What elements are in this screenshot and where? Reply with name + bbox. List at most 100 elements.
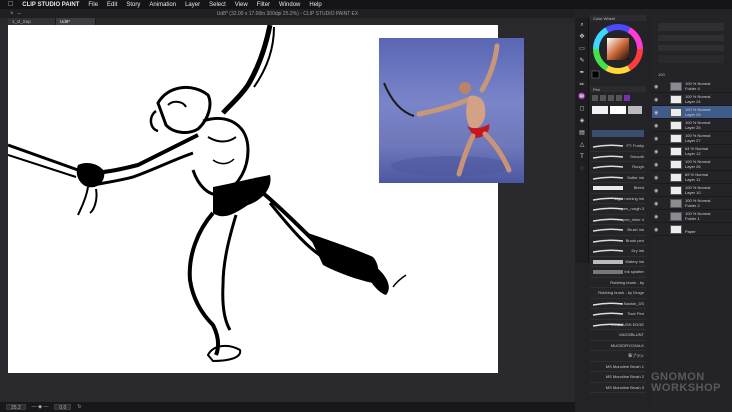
menu-edit[interactable]: Edit bbox=[107, 2, 117, 8]
zoom-tool-icon[interactable]: ⌕ bbox=[578, 22, 586, 28]
reference-photo[interactable] bbox=[379, 38, 524, 183]
statusbar: 25.2 — ◆ — 0.0 ↻ bbox=[0, 402, 575, 412]
eye-icon[interactable]: ◉ bbox=[654, 227, 658, 233]
tool-palette: ⌕ ✥ ▭ ✎ ✒ ✏ ♒ ◻ ◈ ▤ △ T ◌ bbox=[575, 18, 589, 263]
eye-icon[interactable]: ◉ bbox=[654, 175, 658, 181]
menu-select[interactable]: Select bbox=[209, 2, 226, 8]
layer-row-selected[interactable]: ◉ 100 % Normal Layer 29 bbox=[652, 106, 732, 119]
brush-item[interactable]: MS Monoline Brush 2 bbox=[590, 372, 646, 383]
subtool-icons[interactable] bbox=[590, 92, 646, 140]
zoom-slider-icon[interactable]: — ◆ — bbox=[32, 404, 49, 410]
brush-list: FT: Funky Smooth Rough Softer ink Bleed … bbox=[590, 141, 646, 396]
brush-tool-icon[interactable]: ♒ bbox=[578, 94, 586, 100]
app-menu[interactable]: CLIP STUDIO PAINT bbox=[22, 2, 79, 8]
layer-thumbnail bbox=[670, 95, 682, 104]
layer-row[interactable]: ◉ 100 % Normal Layer 10 bbox=[652, 184, 732, 197]
layer-row[interactable]: ◉ 100 % Normal Layer 25 bbox=[652, 119, 732, 132]
window-titlebar: × – Ud8* (32.00 x 17.00in 300dpi 25.2%) … bbox=[0, 9, 575, 18]
layer-row[interactable]: ◉ 100 % Normal Layer 24 bbox=[652, 93, 732, 106]
angle-field[interactable]: 0.0 bbox=[54, 404, 72, 411]
tab-document-2[interactable]: Ud8* bbox=[56, 18, 96, 25]
brush-item[interactable]: Rough bbox=[590, 162, 646, 173]
layer-row[interactable]: ◉ Paper bbox=[652, 223, 732, 236]
subtool-panel: Pen bbox=[590, 86, 646, 141]
menu-file[interactable]: File bbox=[88, 2, 98, 8]
eye-icon[interactable]: ◉ bbox=[654, 214, 658, 220]
brush-item[interactable]: Smooth bbox=[590, 152, 646, 162]
menu-layer[interactable]: Layer bbox=[185, 2, 200, 8]
brush-item[interactable]: pen_inker 4 bbox=[590, 215, 646, 225]
layer-row[interactable]: ◉ 100 % Normal Folder 1 bbox=[652, 210, 732, 223]
brush-item[interactable]: Nankin_DS bbox=[590, 299, 646, 309]
menu-window[interactable]: Window bbox=[279, 2, 300, 8]
brush-item[interactable]: FT: Funky bbox=[590, 141, 646, 152]
eye-icon[interactable]: ◉ bbox=[654, 136, 658, 142]
menu-story[interactable]: Story bbox=[126, 2, 140, 8]
move-tool-icon[interactable]: ✥ bbox=[578, 34, 586, 40]
gradient-tool-icon[interactable]: ▤ bbox=[578, 130, 586, 136]
brush-item[interactable]: MS Monoline Brush 3 bbox=[590, 383, 646, 393]
eye-icon[interactable]: ◉ bbox=[654, 188, 658, 194]
fill-tool-icon[interactable]: ◈ bbox=[578, 118, 586, 124]
layer-row[interactable]: ◉ 100 % Normal Folder 2 bbox=[652, 197, 732, 210]
balloon-tool-icon[interactable]: ◌ bbox=[578, 166, 586, 172]
brush-item[interactable]: MUO2BLUNT bbox=[590, 330, 646, 341]
layer-row[interactable]: ◉ 100 % Normal Folder 4 bbox=[652, 80, 732, 93]
pencil-tool-icon[interactable]: ✏ bbox=[578, 82, 586, 88]
figure-tool-icon[interactable]: △ bbox=[578, 142, 586, 148]
brush-item[interactable]: pen_rough 3 bbox=[590, 204, 646, 215]
apple-icon[interactable]:  bbox=[8, 1, 13, 8]
brush-item[interactable]: Dry ink bbox=[590, 246, 646, 257]
eraser-tool-icon[interactable]: ◻ bbox=[578, 106, 586, 112]
layer-thumbnail bbox=[670, 147, 682, 156]
layer-row[interactable]: ◉ 100 % Normal Layer 26 bbox=[652, 158, 732, 171]
pen-tool-icon[interactable]: ✒ bbox=[578, 70, 586, 76]
brush-item[interactable]: MUO2DRYCHALK bbox=[590, 341, 646, 351]
eye-icon[interactable]: ◉ bbox=[654, 110, 658, 116]
menu-filter[interactable]: Filter bbox=[257, 2, 270, 8]
brush-item[interactable]: Watery ink bbox=[590, 257, 646, 267]
brush-item[interactable]: INKBRUSH EDGE bbox=[590, 320, 646, 330]
folder-icon bbox=[670, 199, 682, 208]
brush-item[interactable]: Light running ink bbox=[590, 194, 646, 204]
tab-document-1[interactable]: 1_cl_Sup bbox=[8, 18, 56, 25]
menu-view[interactable]: View bbox=[235, 2, 248, 8]
brush-item[interactable]: Bleed bbox=[590, 183, 646, 194]
layer-opacity-field[interactable]: 100 bbox=[652, 70, 732, 80]
brush-item[interactable]: Rubbing brush - by bbox=[590, 278, 646, 288]
canvas-area[interactable] bbox=[0, 25, 575, 402]
brush-item[interactable]: Brush pen bbox=[590, 236, 646, 246]
brush-item[interactable]: Softer ink bbox=[590, 173, 646, 183]
select-tool-icon[interactable]: ▭ bbox=[578, 46, 586, 52]
window-title: Ud8* (32.00 x 17.00in 300dpi 25.2%) - CL… bbox=[216, 11, 359, 17]
color-wheel[interactable] bbox=[590, 21, 646, 81]
zoom-field[interactable]: 25.2 bbox=[6, 404, 26, 411]
layer-row[interactable]: ◉ 89 % Normal Layer 11 bbox=[652, 171, 732, 184]
layer-row[interactable]: ◉ 100 % Normal Layer 27 bbox=[652, 132, 732, 145]
brush-item[interactable]: Rubbing brush - by Droge bbox=[590, 288, 646, 299]
navigator-preview[interactable] bbox=[652, 15, 732, 70]
eye-icon[interactable]: ◉ bbox=[654, 123, 658, 129]
menubar:  CLIP STUDIO PAINT File Edit Story Anim… bbox=[0, 0, 732, 9]
layer-thumbnail bbox=[670, 186, 682, 195]
menu-animation[interactable]: Animation bbox=[149, 2, 176, 8]
brush-item[interactable]: Toce Pen bbox=[590, 309, 646, 320]
layer-thumbnail bbox=[670, 108, 682, 117]
layer-thumbnail bbox=[670, 121, 682, 130]
eye-icon[interactable]: ◉ bbox=[654, 84, 658, 90]
brush-item[interactable]: 筆ブラシ bbox=[590, 351, 646, 362]
document-tabs: 1_cl_Sup Ud8* bbox=[0, 18, 575, 25]
eye-icon[interactable]: ◉ bbox=[654, 162, 658, 168]
eye-icon[interactable]: ◉ bbox=[654, 149, 658, 155]
eye-icon[interactable]: ◉ bbox=[654, 201, 658, 207]
eye-icon[interactable]: ◉ bbox=[654, 97, 658, 103]
brush-item[interactable]: Ink splatter bbox=[590, 267, 646, 278]
layer-row[interactable]: ◉ 64 % Normal Layer 12 bbox=[652, 145, 732, 158]
text-tool-icon[interactable]: T bbox=[578, 154, 586, 160]
rotate-icon[interactable]: ↻ bbox=[77, 404, 81, 410]
folder-icon bbox=[670, 82, 682, 91]
brush-item[interactable]: Brush ink bbox=[590, 225, 646, 236]
menu-help[interactable]: Help bbox=[309, 2, 321, 8]
eyedropper-tool-icon[interactable]: ✎ bbox=[578, 58, 586, 64]
brush-item[interactable]: MS Monoline Brush 1 bbox=[590, 362, 646, 372]
